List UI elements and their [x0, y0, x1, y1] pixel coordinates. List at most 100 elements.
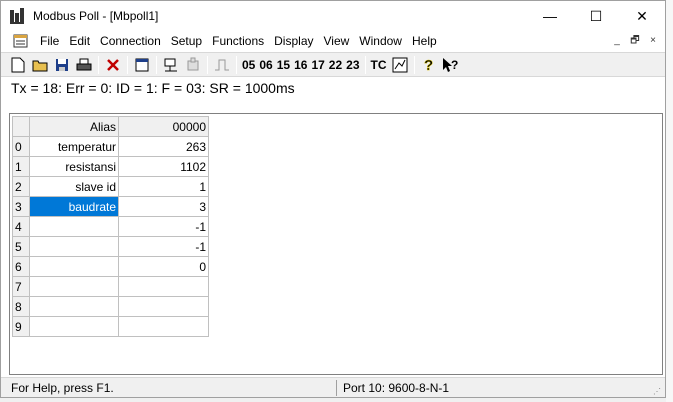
register-grid-area: Alias 00000 0 temperatur 263 1 resistans… — [9, 113, 663, 375]
tc-button[interactable]: TC — [369, 54, 389, 76]
fc-23-button[interactable]: 23 — [344, 54, 361, 76]
menu-edit[interactable]: Edit — [64, 31, 95, 51]
menu-view[interactable]: View — [319, 31, 355, 51]
toolbar-separator — [156, 55, 157, 74]
minimize-button[interactable]: — — [527, 1, 573, 31]
alias-column-header[interactable]: Alias — [29, 116, 119, 137]
toolbar: 05 06 15 16 17 22 23 TC ? ? — [1, 52, 665, 77]
grid-corner[interactable] — [12, 116, 30, 137]
fc-05-button[interactable]: 05 — [240, 54, 257, 76]
menu-bar: File Edit Connection Setup Functions Dis… — [1, 31, 665, 51]
mdi-restore-button[interactable]: 🗗 — [627, 34, 643, 48]
value-cell[interactable] — [118, 296, 209, 317]
modbus-app-icon — [10, 8, 24, 24]
menu-window[interactable]: Window — [354, 31, 407, 51]
connect-icon[interactable] — [160, 54, 182, 76]
menu-setup[interactable]: Setup — [166, 31, 207, 51]
table-row: 4 -1 — [12, 216, 209, 237]
port-status: Port 10: 9600-8-N-1 — [343, 381, 450, 395]
row-number[interactable]: 5 — [12, 236, 30, 257]
table-row-selected: 3 baudrate 3 — [12, 196, 209, 217]
toolbar-separator — [236, 55, 237, 74]
address-column-header[interactable]: 00000 — [118, 116, 209, 137]
toolbar-separator — [413, 55, 415, 74]
value-cell[interactable]: 1 — [118, 176, 209, 197]
alias-cell[interactable] — [29, 216, 119, 237]
fc-15-button[interactable]: 15 — [275, 54, 292, 76]
alias-cell[interactable]: temperatur — [29, 136, 119, 157]
fc-17-button[interactable]: 17 — [309, 54, 326, 76]
table-row: 7 — [12, 276, 209, 297]
menu-help[interactable]: Help — [407, 31, 442, 51]
value-cell[interactable]: -1 — [118, 236, 209, 257]
menu-connection[interactable]: Connection — [95, 31, 166, 51]
alias-cell[interactable]: resistansi — [29, 156, 119, 177]
alias-cell[interactable]: slave id — [29, 176, 119, 197]
modbus-poll-window: Modbus Poll - [Mbpoll1] — ☐ ✕ File Edit … — [0, 0, 666, 398]
row-number[interactable]: 6 — [12, 256, 30, 277]
value-cell[interactable] — [118, 316, 209, 337]
open-folder-icon[interactable] — [29, 54, 51, 76]
row-number[interactable]: 4 — [12, 216, 30, 237]
svg-text:?: ? — [424, 57, 433, 73]
menu-functions[interactable]: Functions — [207, 31, 269, 51]
toolbar-separator — [207, 55, 208, 74]
alias-cell[interactable] — [29, 256, 119, 277]
help-hint: For Help, press F1. — [11, 381, 114, 395]
alias-cell[interactable] — [29, 236, 119, 257]
toolbar-separator — [98, 55, 99, 74]
toolbar-separator — [364, 55, 366, 74]
disconnect-icon[interactable] — [182, 54, 204, 76]
table-row: 1 resistansi 1102 — [12, 156, 209, 177]
value-cell[interactable]: -1 — [118, 216, 209, 237]
value-cell[interactable] — [118, 276, 209, 297]
status-bar: For Help, press F1. Port 10: 9600-8-N-1 … — [1, 377, 665, 397]
row-number[interactable]: 7 — [12, 276, 30, 297]
new-file-icon[interactable] — [7, 54, 29, 76]
row-number[interactable]: 9 — [12, 316, 30, 337]
resize-grip-icon[interactable]: ⋰ — [653, 387, 661, 396]
table-row: 2 slave id 1 — [12, 176, 209, 197]
fc-16-button[interactable]: 16 — [292, 54, 309, 76]
save-icon[interactable] — [51, 54, 73, 76]
toolbar-separator — [127, 55, 128, 74]
table-row: 8 — [12, 296, 209, 317]
context-help-icon[interactable]: ? — [440, 54, 462, 76]
value-cell[interactable]: 263 — [118, 136, 209, 157]
title-bar: Modbus Poll - [Mbpoll1] — ☐ ✕ — [1, 1, 665, 31]
window-title: Modbus Poll - [Mbpoll1] — [33, 9, 159, 23]
value-cell[interactable]: 3 — [118, 196, 209, 217]
print-icon[interactable] — [73, 54, 95, 76]
chart-icon[interactable] — [389, 54, 411, 76]
background-edge — [666, 0, 673, 402]
value-cell[interactable]: 1102 — [118, 156, 209, 177]
window-icon[interactable] — [131, 54, 153, 76]
help-question-icon[interactable]: ? — [418, 54, 440, 76]
row-number[interactable]: 3 — [12, 196, 30, 217]
alias-cell-selected[interactable]: baudrate — [29, 196, 119, 217]
maximize-button[interactable]: ☐ — [573, 1, 619, 31]
document-icon[interactable] — [13, 33, 29, 49]
table-header-row: Alias 00000 — [12, 116, 209, 137]
pulse-icon[interactable] — [211, 54, 233, 76]
fc-06-button[interactable]: 06 — [257, 54, 274, 76]
fc-22-button[interactable]: 22 — [327, 54, 344, 76]
row-number[interactable]: 1 — [12, 156, 30, 177]
table-row: 5 -1 — [12, 236, 209, 257]
delete-x-icon[interactable] — [102, 54, 124, 76]
row-number[interactable]: 0 — [12, 136, 30, 157]
alias-cell[interactable] — [29, 316, 119, 337]
value-cell[interactable]: 0 — [118, 256, 209, 277]
mdi-close-button[interactable]: × — [645, 34, 661, 48]
menu-display[interactable]: Display — [269, 31, 318, 51]
alias-cell[interactable] — [29, 276, 119, 297]
mdi-minimize-button[interactable]: _ — [609, 34, 625, 48]
close-button[interactable]: ✕ — [619, 1, 665, 31]
table-row: 9 — [12, 316, 209, 337]
alias-cell[interactable] — [29, 296, 119, 317]
row-number[interactable]: 2 — [12, 176, 30, 197]
table-row: 0 temperatur 263 — [12, 136, 209, 157]
row-number[interactable]: 8 — [12, 296, 30, 317]
menu-file[interactable]: File — [35, 31, 64, 51]
poll-status-line: Tx = 18: Err = 0: ID = 1: F = 03: SR = 1… — [9, 78, 661, 112]
